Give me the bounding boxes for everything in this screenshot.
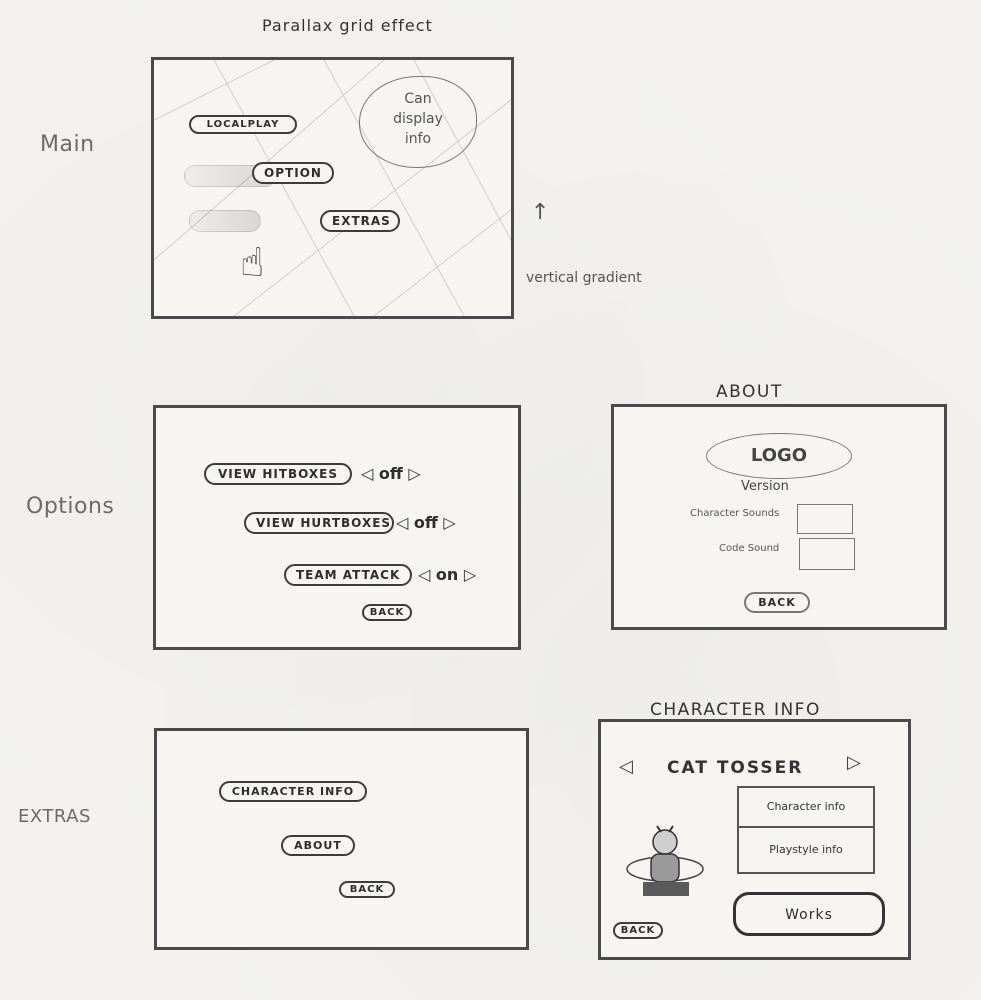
logo-placeholder: LOGO [706,433,852,479]
right-arrow-icon[interactable]: ▷ [464,565,476,584]
main-heading: Parallax grid effect [262,16,433,35]
character-info-back-button[interactable]: BACK [613,922,663,939]
main-side-label: Main [40,132,95,157]
gradient-note: vertical gradient [526,270,642,286]
team-attack-option[interactable]: TEAM ATTACK [284,564,412,586]
team-attack-toggle[interactable]: ◁ on ▷ [418,565,476,584]
character-sprite [626,825,704,896]
character-info-title: CHARACTER INFO [650,700,821,720]
extras-back-button[interactable]: BACK [339,881,395,898]
team-attack-value: on [435,565,459,584]
about-field-label: Code Sound [719,543,780,554]
about-button[interactable]: ABOUT [281,835,355,856]
info-bubble-line: Can [404,91,432,107]
info-bubble-line: display [393,111,443,127]
character-name: CAT TOSSER [667,758,804,778]
character-info-panel[interactable]: Character info [737,786,875,828]
view-hitboxes-toggle[interactable]: ◁ off ▷ [361,464,421,483]
options-side-label: Options [26,494,115,519]
character-info-button[interactable]: CHARACTER INFO [219,781,367,802]
view-hitboxes-value: off [378,464,403,483]
next-character-arrow-icon[interactable]: ▷ [847,752,861,773]
extras-screen: CHARACTER INFO ABOUT BACK [154,728,529,950]
about-screen: LOGO Version Character Sounds Code Sound… [611,404,947,630]
localplay-button[interactable]: LOCALPLAY [189,115,297,134]
options-back-button[interactable]: BACK [362,604,412,621]
about-title: ABOUT [716,382,783,402]
up-arrow-icon: ↑ [531,200,550,225]
view-hitboxes-option[interactable]: VIEW HITBOXES [204,463,352,485]
about-field-label: Character Sounds [690,508,780,519]
extras-button[interactable]: EXTRAS [320,210,400,232]
left-arrow-icon[interactable]: ◁ [361,464,373,483]
option-ghost-trail [189,210,261,232]
main-screen: LOCALPLAY OPTION EXTRAS ☝ Can display in… [151,57,514,319]
playstyle-info-panel[interactable]: Playstyle info [737,826,875,874]
version-text: Version [741,479,789,494]
view-hurtboxes-option[interactable]: VIEW HURTBOXES [244,512,394,534]
character-info-screen: ◁ CAT TOSSER ▷ Character info Playstyle … [598,719,911,960]
extras-side-label: EXTRAS [18,806,91,827]
pointer-hand-icon: ☝ [240,240,265,286]
right-arrow-icon[interactable]: ▷ [408,464,420,483]
view-hurtboxes-toggle[interactable]: ◁ off ▷ [396,513,456,532]
right-arrow-icon[interactable]: ▷ [443,513,455,532]
info-bubble: Can display info [359,76,477,168]
view-hurtboxes-value: off [413,513,438,532]
info-bubble-line: info [404,131,432,147]
works-button[interactable]: Works [733,892,885,936]
code-sound-credit-box [799,538,855,570]
prev-character-arrow-icon[interactable]: ◁ [619,756,633,777]
logo-text: LOGO [750,445,808,466]
about-back-button[interactable]: BACK [744,592,810,613]
character-sounds-credit-box [797,504,853,534]
options-screen: VIEW HITBOXES ◁ off ▷ VIEW HURTBOXES ◁ o… [153,405,521,650]
option-button[interactable]: OPTION [252,162,334,184]
left-arrow-icon[interactable]: ◁ [396,513,408,532]
left-arrow-icon[interactable]: ◁ [418,565,430,584]
